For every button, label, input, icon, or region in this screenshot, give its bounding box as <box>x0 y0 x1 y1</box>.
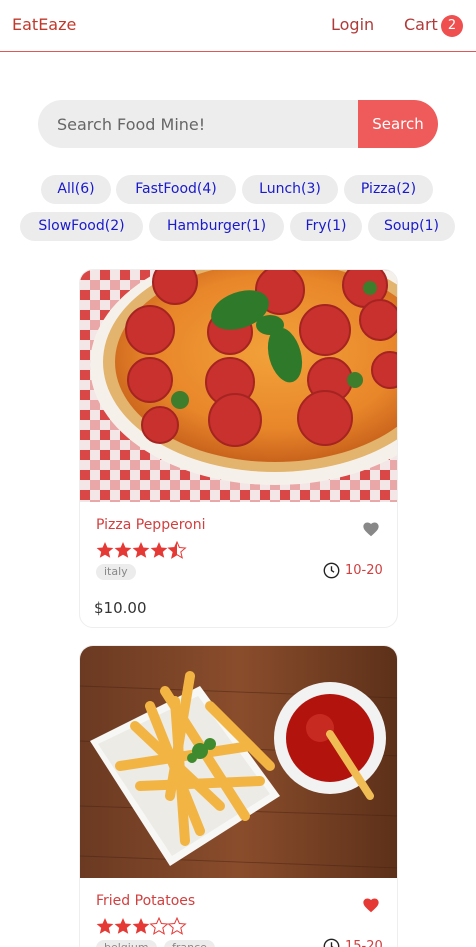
origin-tag: belgium <box>96 940 157 947</box>
tag-hamburger[interactable]: Hamburger(1) <box>149 212 284 241</box>
tag-slowfood[interactable]: SlowFood(2) <box>20 212 143 241</box>
clock-icon <box>323 938 340 947</box>
clock-icon <box>323 562 340 583</box>
tag-pizza[interactable]: Pizza(2) <box>344 175 433 204</box>
tag-fastfood[interactable]: FastFood(4) <box>116 175 236 204</box>
food-image[interactable] <box>80 646 397 878</box>
tag-soup[interactable]: Soup(1) <box>368 212 455 241</box>
food-name: Pizza Pepperoni <box>96 517 206 533</box>
tag-all[interactable]: All(6) <box>41 175 111 204</box>
tag-lunch[interactable]: Lunch(3) <box>242 175 338 204</box>
rating-stars <box>96 916 188 939</box>
price: $10.00 <box>94 599 147 617</box>
fries-icon <box>80 646 397 878</box>
pizza-icon <box>80 270 397 502</box>
rating-stars <box>96 540 188 563</box>
top-navbar: EatEaze Login Cart 2 <box>0 0 476 52</box>
favorite-heart-icon[interactable] <box>362 521 380 541</box>
logo-link[interactable]: EatEaze <box>12 15 76 34</box>
food-card[interactable]: Pizza Pepperoni italy 10-20 $10.00 <box>79 269 398 628</box>
origin-tag: italy <box>96 564 136 580</box>
search-button[interactable]: Search <box>358 100 438 148</box>
origin-tag: france <box>164 940 215 947</box>
cook-time: 10-20 <box>345 563 383 578</box>
search-bar: Search <box>38 100 438 148</box>
cart-count-badge: 2 <box>441 15 463 37</box>
login-link[interactable]: Login <box>331 15 374 34</box>
food-card[interactable]: Fried Potatoes belgium france 15-20 <box>79 645 398 947</box>
tag-fry[interactable]: Fry(1) <box>290 212 362 241</box>
food-name: Fried Potatoes <box>96 893 196 909</box>
favorite-heart-icon[interactable] <box>362 897 380 917</box>
search-input[interactable] <box>38 100 358 148</box>
cook-time: 15-20 <box>345 939 383 947</box>
cart-link[interactable]: Cart <box>404 15 438 34</box>
food-image[interactable] <box>80 270 397 502</box>
